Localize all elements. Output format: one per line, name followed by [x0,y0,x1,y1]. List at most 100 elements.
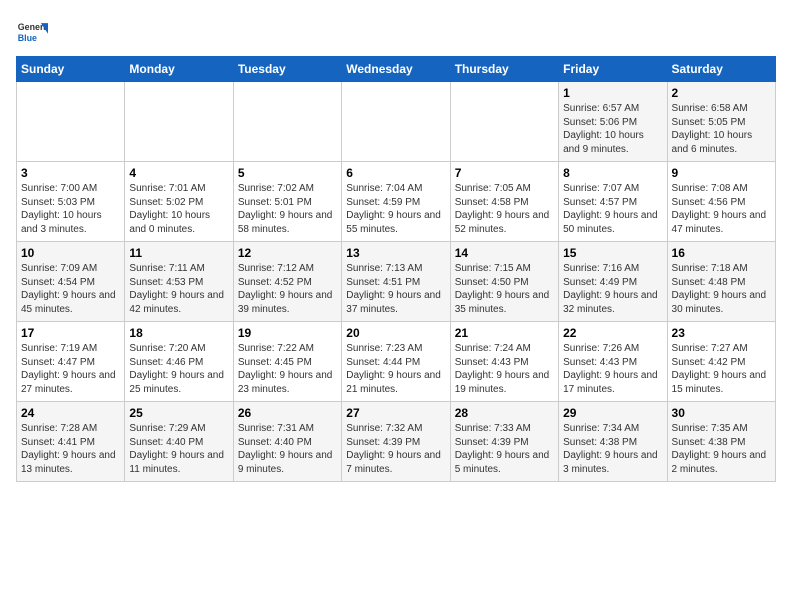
day-info: Sunrise: 7:11 AM Sunset: 4:53 PM Dayligh… [129,262,228,316]
calendar-cell: 26 Sunrise: 7:31 AM Sunset: 4:40 PM Dayli… [233,402,341,482]
calendar-cell [342,82,450,162]
calendar-cell: 6 Sunrise: 7:04 AM Sunset: 4:59 PM Daylig… [342,162,450,242]
day-info: Sunrise: 7:23 AM Sunset: 4:44 PM Dayligh… [346,342,445,396]
calendar-cell: 8 Sunrise: 7:07 AM Sunset: 4:57 PM Daylig… [559,162,667,242]
day-info: Sunrise: 7:26 AM Sunset: 4:43 PM Dayligh… [563,342,662,396]
calendar-cell: 13 Sunrise: 7:13 AM Sunset: 4:51 PM Dayli… [342,242,450,322]
calendar-cell: 30 Sunrise: 7:35 AM Sunset: 4:38 PM Dayli… [667,402,775,482]
day-info: Sunrise: 7:22 AM Sunset: 4:45 PM Dayligh… [238,342,337,396]
day-number: 18 [129,326,228,340]
calendar-week-row: 3 Sunrise: 7:00 AM Sunset: 5:03 PM Daylig… [17,162,776,242]
day-info: Sunrise: 6:58 AM Sunset: 5:05 PM Dayligh… [672,102,771,156]
day-number: 11 [129,246,228,260]
day-number: 4 [129,166,228,180]
day-info: Sunrise: 7:15 AM Sunset: 4:50 PM Dayligh… [455,262,554,316]
logo-icon: General Blue [16,16,48,48]
day-number: 17 [21,326,120,340]
calendar-cell: 28Sunrise: 7:33 AM Sunset: 4:39 PM Dayli… [450,402,558,482]
day-number: 20 [346,326,445,340]
day-of-week-header: Sunday [17,57,125,82]
day-info: Sunrise: 7:31 AM Sunset: 4:40 PM Dayligh… [238,422,337,476]
calendar-cell: 15Sunrise: 7:16 AM Sunset: 4:49 PM Dayli… [559,242,667,322]
day-number: 27 [346,406,445,420]
calendar-cell: 14 Sunrise: 7:15 AM Sunset: 4:50 PM Dayli… [450,242,558,322]
svg-text:Blue: Blue [18,33,37,43]
calendar-cell: 22 Sunrise: 7:26 AM Sunset: 4:43 PM Dayli… [559,322,667,402]
day-number: 5 [238,166,337,180]
day-info: Sunrise: 7:32 AM Sunset: 4:39 PM Dayligh… [346,422,445,476]
day-number: 12 [238,246,337,260]
header: General Blue [16,16,776,48]
day-info: Sunrise: 7:34 AM Sunset: 4:38 PM Dayligh… [563,422,662,476]
day-number: 21 [455,326,554,340]
day-info: Sunrise: 7:28 AM Sunset: 4:41 PM Dayligh… [21,422,120,476]
day-number: 3 [21,166,120,180]
day-info: Sunrise: 7:18 AM Sunset: 4:48 PM Dayligh… [672,262,771,316]
day-info: Sunrise: 7:13 AM Sunset: 4:51 PM Dayligh… [346,262,445,316]
calendar-cell: 19 Sunrise: 7:22 AM Sunset: 4:45 PM Dayli… [233,322,341,402]
day-number: 9 [672,166,771,180]
day-info: Sunrise: 7:29 AM Sunset: 4:40 PM Dayligh… [129,422,228,476]
calendar-cell: 9 Sunrise: 7:08 AM Sunset: 4:56 PM Daylig… [667,162,775,242]
day-info: Sunrise: 7:09 AM Sunset: 4:54 PM Dayligh… [21,262,120,316]
calendar-cell: 18Sunrise: 7:20 AM Sunset: 4:46 PM Dayli… [125,322,233,402]
calendar-cell [233,82,341,162]
day-info: Sunrise: 7:24 AM Sunset: 4:43 PM Dayligh… [455,342,554,396]
calendar-cell: 21 Sunrise: 7:24 AM Sunset: 4:43 PM Dayli… [450,322,558,402]
day-number: 19 [238,326,337,340]
calendar-cell: 10 Sunrise: 7:09 AM Sunset: 4:54 PM Dayli… [17,242,125,322]
calendar-cell: 17 Sunrise: 7:19 AM Sunset: 4:47 PM Dayli… [17,322,125,402]
day-number: 28 [455,406,554,420]
day-info: Sunrise: 7:05 AM Sunset: 4:58 PM Dayligh… [455,182,554,236]
day-number: 1 [563,86,662,100]
calendar-cell: 7 Sunrise: 7:05 AM Sunset: 4:58 PM Daylig… [450,162,558,242]
day-info: Sunrise: 7:08 AM Sunset: 4:56 PM Dayligh… [672,182,771,236]
calendar-cell: 23Sunrise: 7:27 AM Sunset: 4:42 PM Dayli… [667,322,775,402]
calendar-cell: 12 Sunrise: 7:12 AM Sunset: 4:52 PM Dayli… [233,242,341,322]
day-number: 6 [346,166,445,180]
calendar: SundayMondayTuesdayWednesdayThursdayFrid… [16,56,776,482]
calendar-cell: 29 Sunrise: 7:34 AM Sunset: 4:38 PM Dayli… [559,402,667,482]
day-info: Sunrise: 7:12 AM Sunset: 4:52 PM Dayligh… [238,262,337,316]
day-number: 25 [129,406,228,420]
day-number: 26 [238,406,337,420]
day-number: 16 [672,246,771,260]
calendar-cell: 2Sunrise: 6:58 AM Sunset: 5:05 PM Daylig… [667,82,775,162]
day-of-week-header: Wednesday [342,57,450,82]
day-info: Sunrise: 7:00 AM Sunset: 5:03 PM Dayligh… [21,182,120,236]
day-info: Sunrise: 7:19 AM Sunset: 4:47 PM Dayligh… [21,342,120,396]
calendar-cell: 25 Sunrise: 7:29 AM Sunset: 4:40 PM Dayli… [125,402,233,482]
day-of-week-header: Tuesday [233,57,341,82]
day-info: Sunrise: 7:04 AM Sunset: 4:59 PM Dayligh… [346,182,445,236]
calendar-cell: 4 Sunrise: 7:01 AM Sunset: 5:02 PM Daylig… [125,162,233,242]
day-info: Sunrise: 7:07 AM Sunset: 4:57 PM Dayligh… [563,182,662,236]
day-number: 22 [563,326,662,340]
day-of-week-header: Friday [559,57,667,82]
day-info: Sunrise: 7:01 AM Sunset: 5:02 PM Dayligh… [129,182,228,236]
day-number: 29 [563,406,662,420]
day-number: 10 [21,246,120,260]
calendar-cell: 16 Sunrise: 7:18 AM Sunset: 4:48 PM Dayli… [667,242,775,322]
calendar-header-row: SundayMondayTuesdayWednesdayThursdayFrid… [17,57,776,82]
calendar-cell: 11 Sunrise: 7:11 AM Sunset: 4:53 PM Dayli… [125,242,233,322]
calendar-cell: 27 Sunrise: 7:32 AM Sunset: 4:39 PM Dayli… [342,402,450,482]
day-number: 23 [672,326,771,340]
calendar-cell [450,82,558,162]
calendar-cell: 1Sunrise: 6:57 AM Sunset: 5:06 PM Daylig… [559,82,667,162]
calendar-week-row: 17 Sunrise: 7:19 AM Sunset: 4:47 PM Dayli… [17,322,776,402]
day-number: 15 [563,246,662,260]
day-of-week-header: Thursday [450,57,558,82]
calendar-cell [125,82,233,162]
calendar-cell [17,82,125,162]
calendar-cell: 24Sunrise: 7:28 AM Sunset: 4:41 PM Dayli… [17,402,125,482]
day-number: 14 [455,246,554,260]
day-number: 8 [563,166,662,180]
calendar-week-row: 24Sunrise: 7:28 AM Sunset: 4:41 PM Dayli… [17,402,776,482]
day-number: 30 [672,406,771,420]
calendar-cell: 3 Sunrise: 7:00 AM Sunset: 5:03 PM Daylig… [17,162,125,242]
day-number: 13 [346,246,445,260]
day-of-week-header: Saturday [667,57,775,82]
day-info: Sunrise: 7:35 AM Sunset: 4:38 PM Dayligh… [672,422,771,476]
day-number: 7 [455,166,554,180]
calendar-week-row: 10 Sunrise: 7:09 AM Sunset: 4:54 PM Dayli… [17,242,776,322]
